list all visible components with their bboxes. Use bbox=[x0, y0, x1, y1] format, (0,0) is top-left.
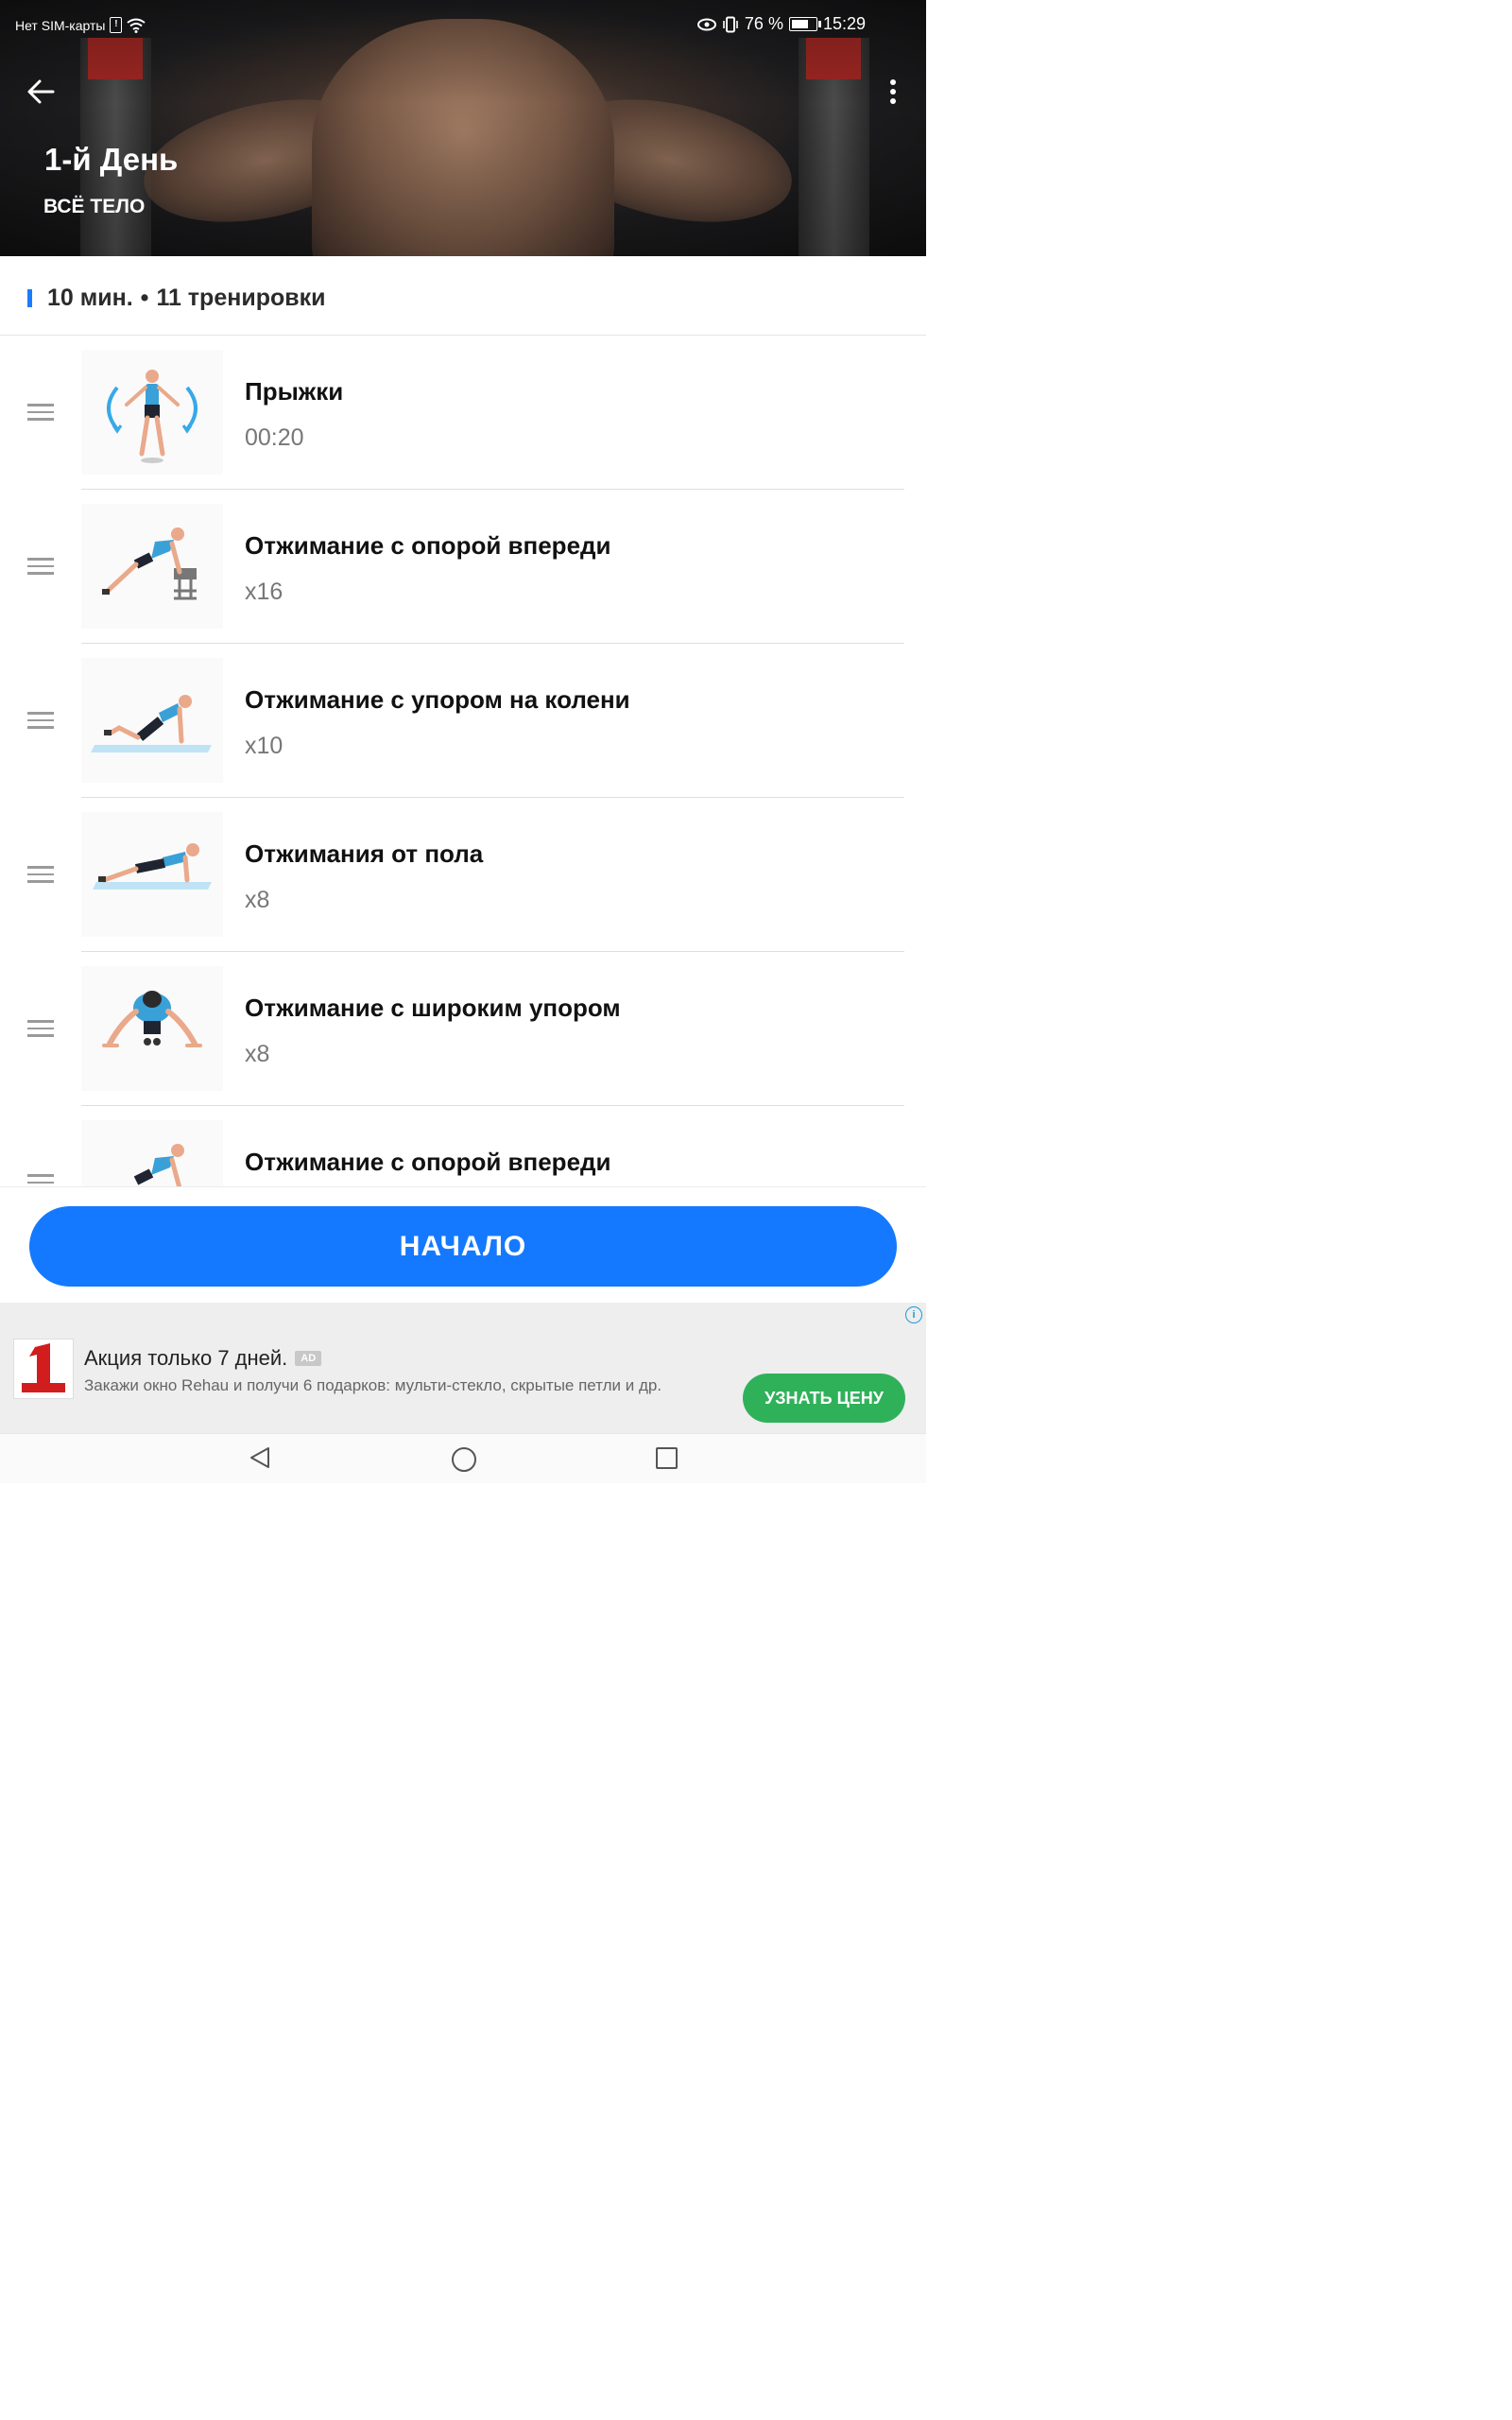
pushup-figure bbox=[81, 812, 223, 937]
system-nav-bar bbox=[0, 1433, 926, 1483]
status-bar: Нет SIM-карты ! 76 % 15:29 bbox=[0, 0, 926, 53]
more-options-button[interactable] bbox=[879, 76, 907, 110]
arrow-left-icon bbox=[27, 79, 55, 104]
drag-handle-icon[interactable] bbox=[27, 404, 54, 421]
exercise-name: Отжимание с упором на колени bbox=[245, 685, 630, 714]
exercise-value: x10 bbox=[245, 733, 284, 759]
drag-handle-icon[interactable] bbox=[27, 712, 54, 729]
incline-pushup-figure bbox=[81, 1120, 223, 1186]
ad-info-icon[interactable]: i bbox=[905, 1306, 922, 1323]
exercise-row[interactable]: Отжимание с опорой впереди x16 bbox=[0, 490, 926, 644]
exercise-row[interactable]: Отжимание с упором на колени x10 bbox=[0, 644, 926, 798]
knee-pushup-figure bbox=[81, 658, 223, 783]
eye-comfort-icon bbox=[696, 18, 716, 30]
header-banner: Нет SIM-карты ! 76 % 15:29 1-й День ВСЁ … bbox=[0, 0, 926, 256]
sim-alert-icon: ! bbox=[110, 17, 123, 33]
exercise-name: Отжимание с широким упором bbox=[245, 994, 621, 1022]
vibrate-icon bbox=[723, 16, 738, 32]
jumping-jacks-figure bbox=[81, 350, 223, 475]
battery-percent: 76 % bbox=[744, 14, 783, 33]
exercise-row[interactable]: Отжимание с широким упором x8 bbox=[0, 952, 926, 1106]
drag-handle-icon[interactable] bbox=[27, 1174, 54, 1186]
drag-handle-icon[interactable] bbox=[27, 558, 54, 575]
start-button[interactable]: НАЧАЛО bbox=[29, 1206, 897, 1287]
exercise-value: 00:20 bbox=[245, 424, 304, 451]
ad-banner[interactable]: i Акция только 7 дней. AD Закажи окно Re… bbox=[0, 1303, 926, 1433]
exercise-row[interactable]: Прыжки 00:20 bbox=[0, 336, 926, 490]
exercise-value: x8 bbox=[245, 1041, 270, 1067]
wide-pushup-figure bbox=[81, 966, 223, 1091]
incline-pushup-figure bbox=[81, 504, 223, 629]
exercise-value: x8 bbox=[245, 887, 270, 913]
exercise-count: 11 тренировки bbox=[156, 285, 326, 311]
drag-handle-icon[interactable] bbox=[27, 866, 54, 883]
recents-square-icon[interactable] bbox=[656, 1447, 678, 1469]
exercise-name: Отжимание с опорой впереди bbox=[245, 531, 611, 560]
wifi-icon bbox=[127, 18, 146, 33]
page-title: 1-й День bbox=[44, 142, 179, 177]
more-vert-icon bbox=[890, 79, 896, 85]
accent-bar bbox=[27, 289, 32, 307]
advertiser-logo bbox=[13, 1339, 74, 1399]
back-button[interactable] bbox=[25, 76, 59, 110]
workout-summary: 10 мин. • 11 тренировки bbox=[0, 256, 926, 336]
ad-title: Акция только 7 дней. bbox=[84, 1346, 288, 1370]
exercise-name: Отжимания от пола bbox=[245, 839, 484, 868]
back-triangle-icon[interactable] bbox=[248, 1445, 272, 1475]
ad-cta-button[interactable]: УЗНАТЬ ЦЕНУ bbox=[743, 1374, 905, 1423]
start-bar: НАЧАЛО bbox=[0, 1186, 926, 1304]
ad-badge: AD bbox=[295, 1351, 322, 1366]
exercise-row[interactable]: Отжимание с опорой впереди bbox=[0, 1106, 926, 1186]
exercise-list[interactable]: Прыжки 00:20 Отжимание с опорой впереди … bbox=[0, 336, 926, 1186]
exercise-name: Прыжки bbox=[245, 377, 344, 406]
battery-icon bbox=[788, 17, 821, 31]
carrier-text: Нет SIM-карты bbox=[15, 17, 106, 33]
separator-dot: • bbox=[140, 285, 149, 311]
home-circle-icon[interactable] bbox=[452, 1447, 476, 1472]
page-subtitle: ВСЁ ТЕЛО bbox=[43, 196, 146, 217]
ad-description: Закажи окно Rehau и получи 6 подарков: м… bbox=[84, 1376, 662, 1394]
exercise-row[interactable]: Отжимания от пола x8 bbox=[0, 798, 926, 952]
exercise-value: x16 bbox=[245, 579, 284, 605]
duration-text: 10 мин. bbox=[47, 285, 133, 311]
clock: 15:29 bbox=[822, 14, 866, 33]
exercise-name: Отжимание с опорой впереди bbox=[245, 1148, 611, 1176]
drag-handle-icon[interactable] bbox=[27, 1020, 54, 1037]
